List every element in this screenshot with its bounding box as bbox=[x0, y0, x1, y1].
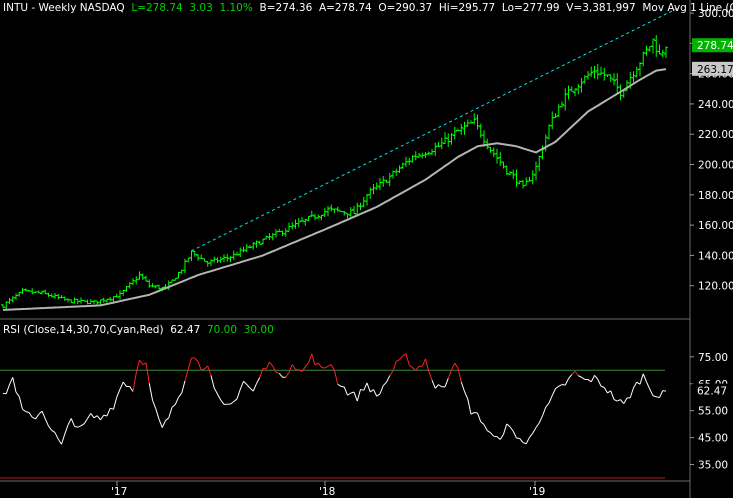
price-y-tick-label: 180.00 bbox=[698, 190, 733, 202]
x-tick-label: '18 bbox=[319, 486, 335, 498]
bid-value: B=274.36 bbox=[259, 2, 313, 14]
rsi-segment bbox=[340, 385, 345, 388]
stock-chart: 300.00280.00260.00240.00220.00200.00180.… bbox=[0, 0, 733, 498]
rsi-segment bbox=[474, 412, 478, 414]
rsi-y-tick-label: 75.00 bbox=[698, 352, 728, 364]
price-y-tick-label: 120.00 bbox=[698, 281, 733, 293]
price-y-tick-label: 220.00 bbox=[698, 129, 733, 141]
price-y-tick-label: 240.00 bbox=[698, 99, 733, 111]
rsi-lower-level: 30.00 bbox=[243, 324, 274, 336]
last-price: L=278.74 bbox=[131, 2, 183, 14]
last-price-tag: 278.74 bbox=[697, 40, 733, 52]
rsi-segment bbox=[561, 384, 566, 386]
symbol-label: INTU - Weekly NASDAQ bbox=[3, 2, 125, 14]
x-tick-label: '17 bbox=[111, 486, 127, 498]
price-y-tick-label: 160.00 bbox=[698, 220, 733, 232]
moving-average-label: Mov Avg 1 Line (Clos bbox=[642, 2, 733, 14]
rsi-y-tick-label: 45.00 bbox=[698, 433, 728, 445]
rsi-y-tick-label: 35.00 bbox=[698, 460, 728, 472]
open-value: O=290.37 bbox=[378, 2, 433, 14]
rsi-last-value-tag: 62.47 bbox=[697, 386, 727, 398]
price-header: INTU - Weekly NASDAQ L=278.74 3.03 1.10%… bbox=[3, 2, 733, 14]
rsi-y-tick-label: 55.00 bbox=[698, 406, 728, 418]
rsi-upper-level: 70.00 bbox=[206, 324, 238, 336]
volume-value: V=3,381,997 bbox=[566, 2, 636, 14]
rsi-label: RSI (Close,14,30,70,Cyan,Red) bbox=[3, 324, 164, 336]
moving-average-tag: 263.17 bbox=[697, 64, 733, 76]
high-value: Hi=295.77 bbox=[438, 2, 496, 14]
change-percent: 1.10% bbox=[219, 2, 253, 14]
rsi-value: 62.47 bbox=[170, 324, 201, 336]
ask-value: A=278.74 bbox=[318, 2, 372, 14]
change-value: 3.03 bbox=[189, 2, 213, 14]
low-value: Lo=277.99 bbox=[501, 2, 560, 14]
price-y-tick-label: 140.00 bbox=[698, 250, 733, 262]
x-tick-label: '19 bbox=[529, 486, 545, 498]
chart-canvas: 300.00280.00260.00240.00220.00200.00180.… bbox=[0, 0, 733, 498]
rsi-header: RSI (Close,14,30,70,Cyan,Red) 62.47 70.0… bbox=[3, 324, 274, 336]
price-y-tick-label: 200.00 bbox=[698, 160, 733, 172]
